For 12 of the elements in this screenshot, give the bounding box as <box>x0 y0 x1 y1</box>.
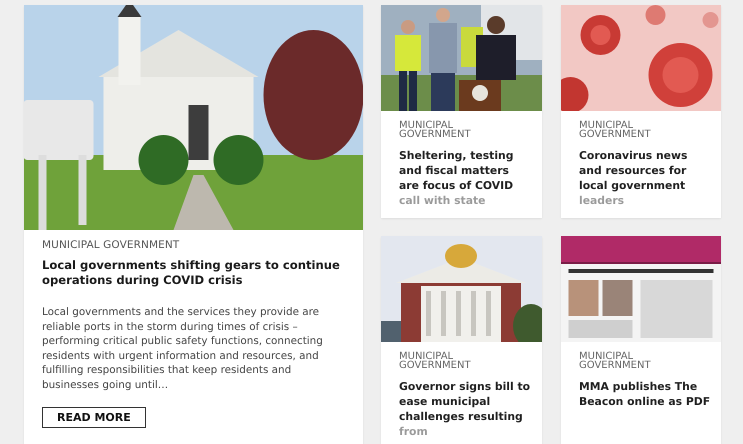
article-excerpt: Local governments and the services they provide are reliable ports in the storm during times of crisis – performing critical public safety functions, connecting residents with urgent information and resources, and fulfilling responsibilities that keep residents and businesses going until… <box>42 305 324 393</box>
article-title[interactable]: Local governments shifting gears to continue operations during COVID crisis <box>42 258 345 288</box>
read-more-button[interactable]: READ MORE <box>42 406 146 428</box>
category-label: MUNICIPAL GOVERNMENT <box>42 239 180 251</box>
article-title[interactable]: Sheltering, testing and fiscal matters are focus of COVID call with state <box>399 148 532 208</box>
category-label: MUNICIPAL GOVERNMENT <box>579 121 652 139</box>
article-title[interactable]: MMA publishes The Beacon online as PDF <box>579 379 711 409</box>
category-label: MUNICIPAL GOVERNMENT <box>399 121 472 139</box>
category-label: MUNICIPAL GOVERNMENT <box>579 352 652 370</box>
article-title[interactable]: Coronavirus news and resources for local government leaders <box>579 148 711 208</box>
category-label: MUNICIPAL GOVERNMENT <box>399 352 472 370</box>
article-title[interactable]: Governor signs bill to ease municipal challenges resulting from <box>399 379 532 439</box>
